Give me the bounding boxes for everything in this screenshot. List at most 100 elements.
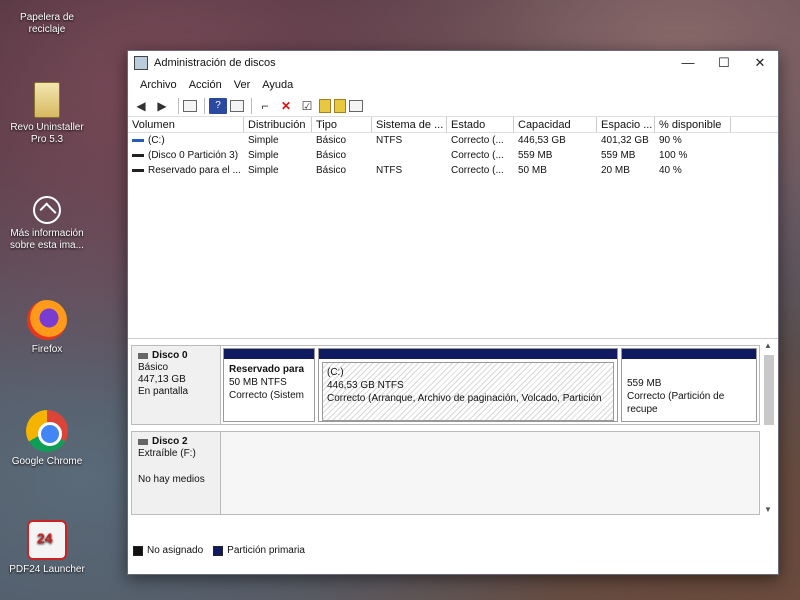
filesystem-cell: NTFS bbox=[376, 165, 403, 176]
percent-free-cell: 100 % bbox=[659, 150, 688, 161]
primary-swatch bbox=[213, 545, 224, 556]
volume-icon bbox=[132, 139, 144, 142]
menu-accion[interactable]: Acción bbox=[183, 79, 228, 91]
column-header[interactable]: Espacio ... bbox=[597, 117, 655, 132]
partition-size: 559 MB bbox=[627, 378, 662, 389]
volume-name: (Disco 0 Partición 3) bbox=[148, 150, 239, 161]
folder-icon[interactable] bbox=[319, 98, 331, 113]
volume-table: Volumen Distribución Tipo Sistema de ...… bbox=[128, 117, 778, 339]
table-header: Volumen Distribución Tipo Sistema de ...… bbox=[128, 117, 778, 133]
table-row[interactable]: (Disco 0 Partición 3) Simple Básico Corr… bbox=[128, 148, 778, 163]
legend: No asignado Partición primaria bbox=[133, 545, 315, 556]
layout-cell: Simple bbox=[248, 150, 279, 161]
column-header[interactable]: Tipo bbox=[312, 117, 372, 132]
firefox-shortcut[interactable]: Firefox bbox=[4, 300, 90, 356]
table-row[interactable]: Reservado para el ... Simple Básico NTFS… bbox=[128, 163, 778, 178]
search-folder-icon[interactable] bbox=[334, 98, 346, 113]
scrollbar-thumb[interactable] bbox=[764, 355, 774, 425]
free-space-cell: 559 MB bbox=[601, 150, 636, 161]
unallocated-swatch bbox=[133, 545, 143, 556]
image-info-shortcut[interactable]: Más información sobre esta ima... bbox=[4, 196, 90, 252]
disk-2-type: Extraíble (F:) bbox=[138, 448, 196, 459]
partition-c-drive[interactable]: (C:) 446,53 GB NTFS Correcto (Arranque, … bbox=[318, 348, 618, 422]
delete-icon[interactable]: ✕ bbox=[277, 98, 295, 114]
partition-status: Correcto (Sistem bbox=[229, 390, 305, 401]
menu-ayuda[interactable]: Ayuda bbox=[256, 79, 299, 91]
disk-graphical-pane: Disco 0 Básico 447,13 GB En pantalla Res… bbox=[128, 339, 778, 559]
disk-0-size: 447,13 GB bbox=[138, 374, 186, 385]
toolbar: ◀ ▶ ? ⌐ ✕ ☑ bbox=[128, 95, 778, 117]
column-header[interactable]: Sistema de ... bbox=[372, 117, 447, 132]
scroll-up-icon[interactable]: ▲ bbox=[764, 341, 772, 350]
window-title: Administración de discos bbox=[154, 57, 276, 69]
free-space-cell: 401,32 GB bbox=[601, 135, 649, 146]
chrome-label: Google Chrome bbox=[11, 456, 83, 467]
firefox-icon bbox=[27, 300, 67, 340]
column-header[interactable]: % disponible bbox=[655, 117, 731, 132]
disk-2-label[interactable]: Disco 2 Extraíble (F:) No hay medios bbox=[131, 431, 221, 515]
camera-info-icon bbox=[33, 196, 61, 224]
capacity-cell: 50 MB bbox=[518, 165, 547, 176]
show-pane-icon[interactable] bbox=[230, 99, 244, 112]
revo-uninstaller-icon bbox=[34, 82, 60, 118]
properties-icon[interactable] bbox=[183, 99, 197, 112]
partition-reserved[interactable]: Reservado para 50 MB NTFS Correcto (Sist… bbox=[223, 348, 315, 422]
disk-management-window: Administración de discos — ☐ ✕ Archivo A… bbox=[127, 50, 779, 575]
partition-status: Correcto (Partición de recupe bbox=[627, 391, 725, 415]
pdf24-icon bbox=[27, 520, 67, 560]
disk-2-state: No hay medios bbox=[138, 474, 205, 485]
revo-uninstaller-label: Revo Uninstaller Pro 5.3 bbox=[10, 122, 84, 145]
disk-0-type: Básico bbox=[138, 362, 169, 373]
primary-partition-bar bbox=[224, 349, 314, 359]
minimize-button[interactable]: — bbox=[670, 51, 706, 75]
column-header[interactable]: Volumen bbox=[128, 117, 244, 132]
layout-cell: Simple bbox=[248, 165, 279, 176]
forward-arrow-icon[interactable]: ▶ bbox=[153, 98, 171, 114]
partition-title: (C:) bbox=[327, 367, 344, 378]
maximize-button[interactable]: ☐ bbox=[706, 51, 742, 75]
type-cell: Básico bbox=[316, 165, 347, 176]
check-icon[interactable]: ☑ bbox=[298, 98, 316, 114]
disk-0-row[interactable]: Disco 0 Básico 447,13 GB En pantalla Res… bbox=[131, 345, 760, 425]
recycle-bin-icon[interactable]: Papelera de reciclaje bbox=[4, 12, 90, 36]
chrome-shortcut[interactable]: Google Chrome bbox=[4, 410, 90, 468]
title-bar[interactable]: Administración de discos — ☐ ✕ bbox=[128, 51, 778, 75]
partition-status: Correcto (Arranque, Archivo de paginació… bbox=[327, 393, 602, 404]
filesystem-cell: NTFS bbox=[376, 135, 403, 146]
column-header[interactable]: Distribución bbox=[244, 117, 312, 132]
menu-bar: Archivo Acción Ver Ayuda bbox=[128, 75, 778, 95]
volume-icon bbox=[132, 169, 144, 172]
list-view-icon[interactable] bbox=[349, 99, 363, 112]
disk-2-empty-area bbox=[221, 431, 760, 515]
pdf24-shortcut[interactable]: PDF24 Launcher bbox=[4, 520, 90, 576]
column-header[interactable]: Estado bbox=[447, 117, 514, 132]
disk-2-name: Disco 2 bbox=[138, 436, 214, 448]
disk-0-label[interactable]: Disco 0 Básico 447,13 GB En pantalla bbox=[131, 345, 221, 425]
toolbar-separator bbox=[251, 97, 252, 114]
disk-2-row[interactable]: Disco 2 Extraíble (F:) No hay medios bbox=[131, 431, 760, 515]
volume-name: (C:) bbox=[148, 135, 165, 146]
partition-size: 446,53 GB NTFS bbox=[327, 380, 404, 391]
disk-pane-scrollbar[interactable]: ▲ ▼ bbox=[762, 341, 776, 521]
image-info-label: Más información sobre esta ima... bbox=[10, 228, 84, 251]
toolbar-separator bbox=[178, 97, 179, 114]
toolbar-separator bbox=[204, 97, 205, 114]
capacity-cell: 559 MB bbox=[518, 150, 553, 161]
connect-icon[interactable]: ⌐ bbox=[256, 98, 274, 114]
menu-archivo[interactable]: Archivo bbox=[134, 79, 183, 91]
partition-recovery[interactable]: 559 MB Correcto (Partición de recupe bbox=[621, 348, 757, 422]
scroll-down-icon[interactable]: ▼ bbox=[764, 505, 772, 514]
partition-size: 50 MB NTFS bbox=[229, 377, 287, 388]
disk-0-name: Disco 0 bbox=[138, 350, 214, 362]
column-header[interactable]: Capacidad bbox=[514, 117, 597, 132]
close-button[interactable]: ✕ bbox=[742, 51, 778, 75]
pdf24-label: PDF24 Launcher bbox=[9, 564, 85, 575]
revo-uninstaller-shortcut[interactable]: Revo Uninstaller Pro 5.3 bbox=[4, 82, 90, 146]
back-arrow-icon[interactable]: ◀ bbox=[132, 98, 150, 114]
help-icon[interactable]: ? bbox=[209, 97, 227, 114]
table-row[interactable]: (C:) Simple Básico NTFS Correcto (... 44… bbox=[128, 133, 778, 148]
menu-ver[interactable]: Ver bbox=[228, 79, 257, 91]
type-cell: Básico bbox=[316, 135, 347, 146]
free-space-cell: 20 MB bbox=[601, 165, 630, 176]
status-cell: Correcto (... bbox=[451, 150, 504, 161]
